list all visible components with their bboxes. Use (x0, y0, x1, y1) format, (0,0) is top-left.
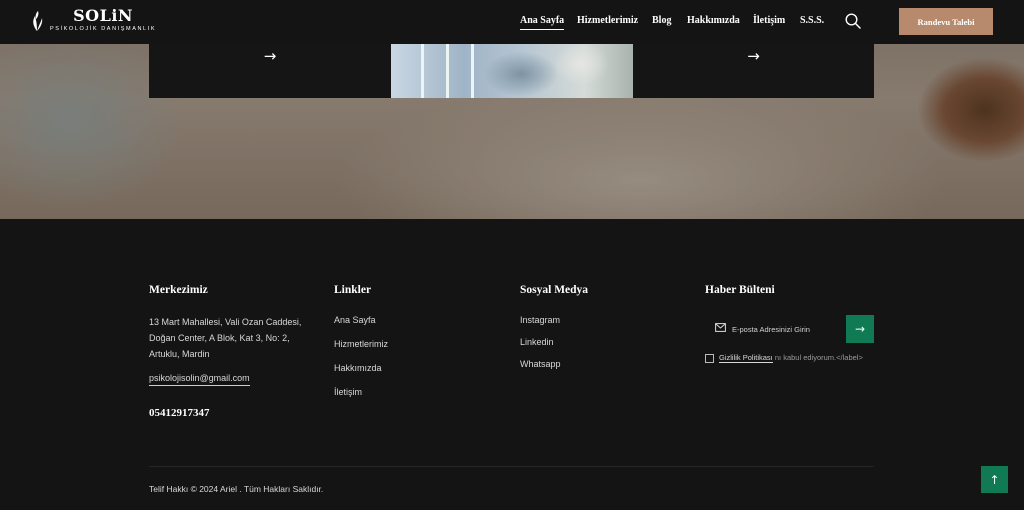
social-link-linkedin[interactable]: Linkedin (520, 337, 554, 347)
nav-item-blog[interactable]: Blog (652, 15, 671, 27)
center-email-link[interactable]: psikolojisolin@gmail.com (149, 373, 250, 386)
site-logo[interactable]: SOLiN PSİKOLOJİK DANIŞMANLIK (30, 8, 156, 33)
social-link-instagram[interactable]: Instagram (520, 315, 560, 325)
site-header: SOLiN PSİKOLOJİK DANIŞMANLIK Ana Sayfa H… (0, 0, 1024, 44)
service-card-left[interactable]: → (149, 44, 391, 98)
center-phone[interactable]: 05412917347 (149, 407, 210, 419)
privacy-consent-label: Gizlilik Politikası nı kabul ediyorum.</… (719, 353, 863, 363)
footer-link-services[interactable]: Hizmetlerimiz (334, 339, 388, 349)
appointment-request-button[interactable]: Randevu Talebi (899, 8, 993, 35)
arrow-right-icon[interactable]: → (747, 47, 760, 65)
social-link-whatsapp[interactable]: Whatsapp (520, 359, 561, 369)
privacy-consent-checkbox[interactable] (705, 354, 714, 363)
mail-icon (715, 323, 726, 332)
footer-link-contact[interactable]: İletişim (334, 387, 362, 397)
footer-title-newsletter: Haber Bülteni (705, 284, 775, 296)
footer-title-links: Linkler (334, 284, 372, 296)
nav-item-about[interactable]: Hakkımızda (687, 15, 740, 27)
service-card-right[interactable]: → (633, 44, 874, 98)
nav-item-home[interactable]: Ana Sayfa (520, 15, 565, 30)
footer-link-about[interactable]: Hakkımızda (334, 363, 382, 373)
logo-subtitle: PSİKOLOJİK DANIŞMANLIK (50, 26, 157, 32)
footer-title-social: Sosyal Medya (520, 284, 589, 296)
service-card-photo[interactable] (391, 44, 633, 98)
center-address: 13 Mart Mahallesi, Vali Ozan Caddesi, Do… (149, 317, 302, 359)
logo-name: SOLiN (73, 6, 134, 25)
footer-link-home[interactable]: Ana Sayfa (334, 315, 376, 325)
privacy-policy-link[interactable]: Gizlilik Politikası (719, 353, 773, 363)
nav-item-contact[interactable]: İletişim (753, 15, 785, 27)
copyright-text: Telif Hakkı © 2024 Ariel . Tüm Hakları S… (149, 484, 324, 494)
arrow-right-icon[interactable]: → (264, 47, 277, 65)
newsletter-email-input[interactable] (705, 315, 846, 343)
nav-item-faq[interactable]: S.S.S. (800, 15, 824, 27)
consent-text: nı kabul ediyorum.</label> (774, 353, 863, 362)
back-to-top-button[interactable]: ↑ (981, 466, 1008, 493)
footer-title-center: Merkezimiz (149, 284, 208, 296)
leaf-logo-icon (33, 10, 43, 31)
footer-divider (149, 466, 874, 467)
search-icon[interactable] (845, 13, 861, 29)
newsletter-submit-button[interactable]: → (846, 315, 874, 343)
nav-item-services[interactable]: Hizmetlerimiz (577, 15, 638, 27)
